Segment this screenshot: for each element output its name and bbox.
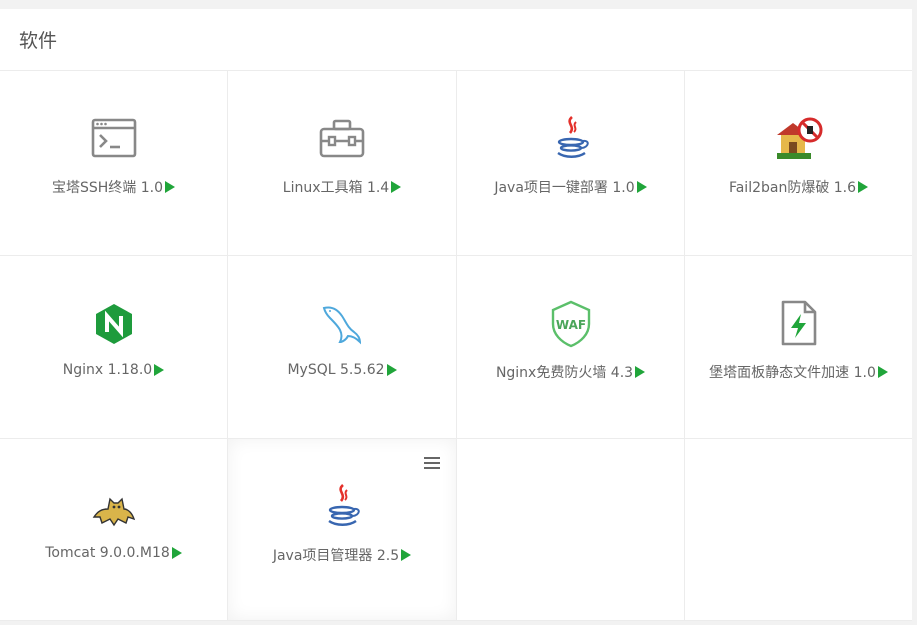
app-tile-fail2ban[interactable]: Fail2ban防爆破 1.6 — [685, 71, 912, 256]
panel-title: 软件 — [19, 30, 58, 52]
app-tile-java-manager[interactable]: Java项目管理器 2.5 — [228, 439, 457, 621]
app-tile-linux-toolbox[interactable]: Linux工具箱 1.4 — [228, 71, 457, 256]
app-label: Linux工具箱 1.4 — [282, 180, 390, 196]
app-tile-nginx[interactable]: Nginx 1.18.0 — [0, 256, 228, 439]
fail2ban-icon — [773, 113, 825, 165]
java-icon — [545, 113, 597, 165]
empty-tile — [457, 439, 685, 621]
play-arrow-icon[interactable] — [636, 181, 647, 193]
waf-shield-icon: WAF — [545, 298, 597, 350]
app-tile-nginx-waf[interactable]: WAF Nginx免费防火墙 4.3 — [457, 256, 685, 439]
app-tile-static-accel[interactable]: 堡塔面板静态文件加速 1.0 — [685, 256, 912, 439]
app-tile-mysql[interactable]: MySQL 5.5.62 — [228, 256, 457, 439]
play-arrow-icon[interactable] — [386, 364, 397, 376]
app-label: Fail2ban防爆破 1.6 — [728, 180, 857, 196]
app-grid: 宝塔SSH终端 1.0 Linux工具箱 1.4 Java项目一键部署 1.0 … — [0, 71, 912, 621]
tile-menu-icon[interactable] — [424, 457, 440, 469]
play-arrow-icon[interactable] — [635, 366, 646, 378]
java-icon — [316, 481, 368, 533]
play-arrow-icon[interactable] — [391, 181, 402, 193]
panel-header: 软件 — [0, 9, 912, 71]
play-arrow-icon[interactable] — [877, 366, 888, 378]
app-label: Java项目管理器 2.5 — [272, 548, 400, 564]
app-label: 堡塔面板静态文件加速 1.0 — [709, 365, 876, 381]
app-tile-java-deploy[interactable]: Java项目一键部署 1.0 — [457, 71, 685, 256]
tomcat-icon — [88, 481, 140, 533]
app-label: Nginx 1.18.0 — [62, 362, 153, 378]
app-label: MySQL 5.5.62 — [287, 362, 385, 378]
play-arrow-icon[interactable] — [165, 181, 175, 193]
terminal-icon — [88, 113, 140, 165]
toolbox-icon — [316, 113, 368, 165]
svg-text:WAF: WAF — [555, 318, 585, 332]
nginx-icon — [88, 298, 140, 350]
app-label: Java项目一键部署 1.0 — [494, 180, 635, 196]
file-bolt-icon — [773, 298, 825, 350]
play-arrow-icon[interactable] — [858, 181, 869, 193]
app-label: Nginx免费防火墙 4.3 — [495, 365, 634, 381]
play-arrow-icon[interactable] — [154, 364, 165, 376]
play-arrow-icon[interactable] — [171, 547, 182, 559]
app-label: Tomcat 9.0.0.M18 — [45, 545, 170, 561]
mysql-dolphin-icon — [316, 298, 368, 350]
empty-tile — [685, 439, 912, 621]
play-arrow-icon[interactable] — [401, 549, 412, 561]
app-tile-tomcat[interactable]: Tomcat 9.0.0.M18 — [0, 439, 228, 621]
app-tile-ssh-terminal[interactable]: 宝塔SSH终端 1.0 — [0, 71, 228, 256]
software-panel: 软件 宝塔SSH终端 1.0 Linux工具箱 1.4 Java项目一键部署 1… — [0, 9, 912, 621]
app-label: 宝塔SSH终端 1.0 — [51, 180, 163, 196]
